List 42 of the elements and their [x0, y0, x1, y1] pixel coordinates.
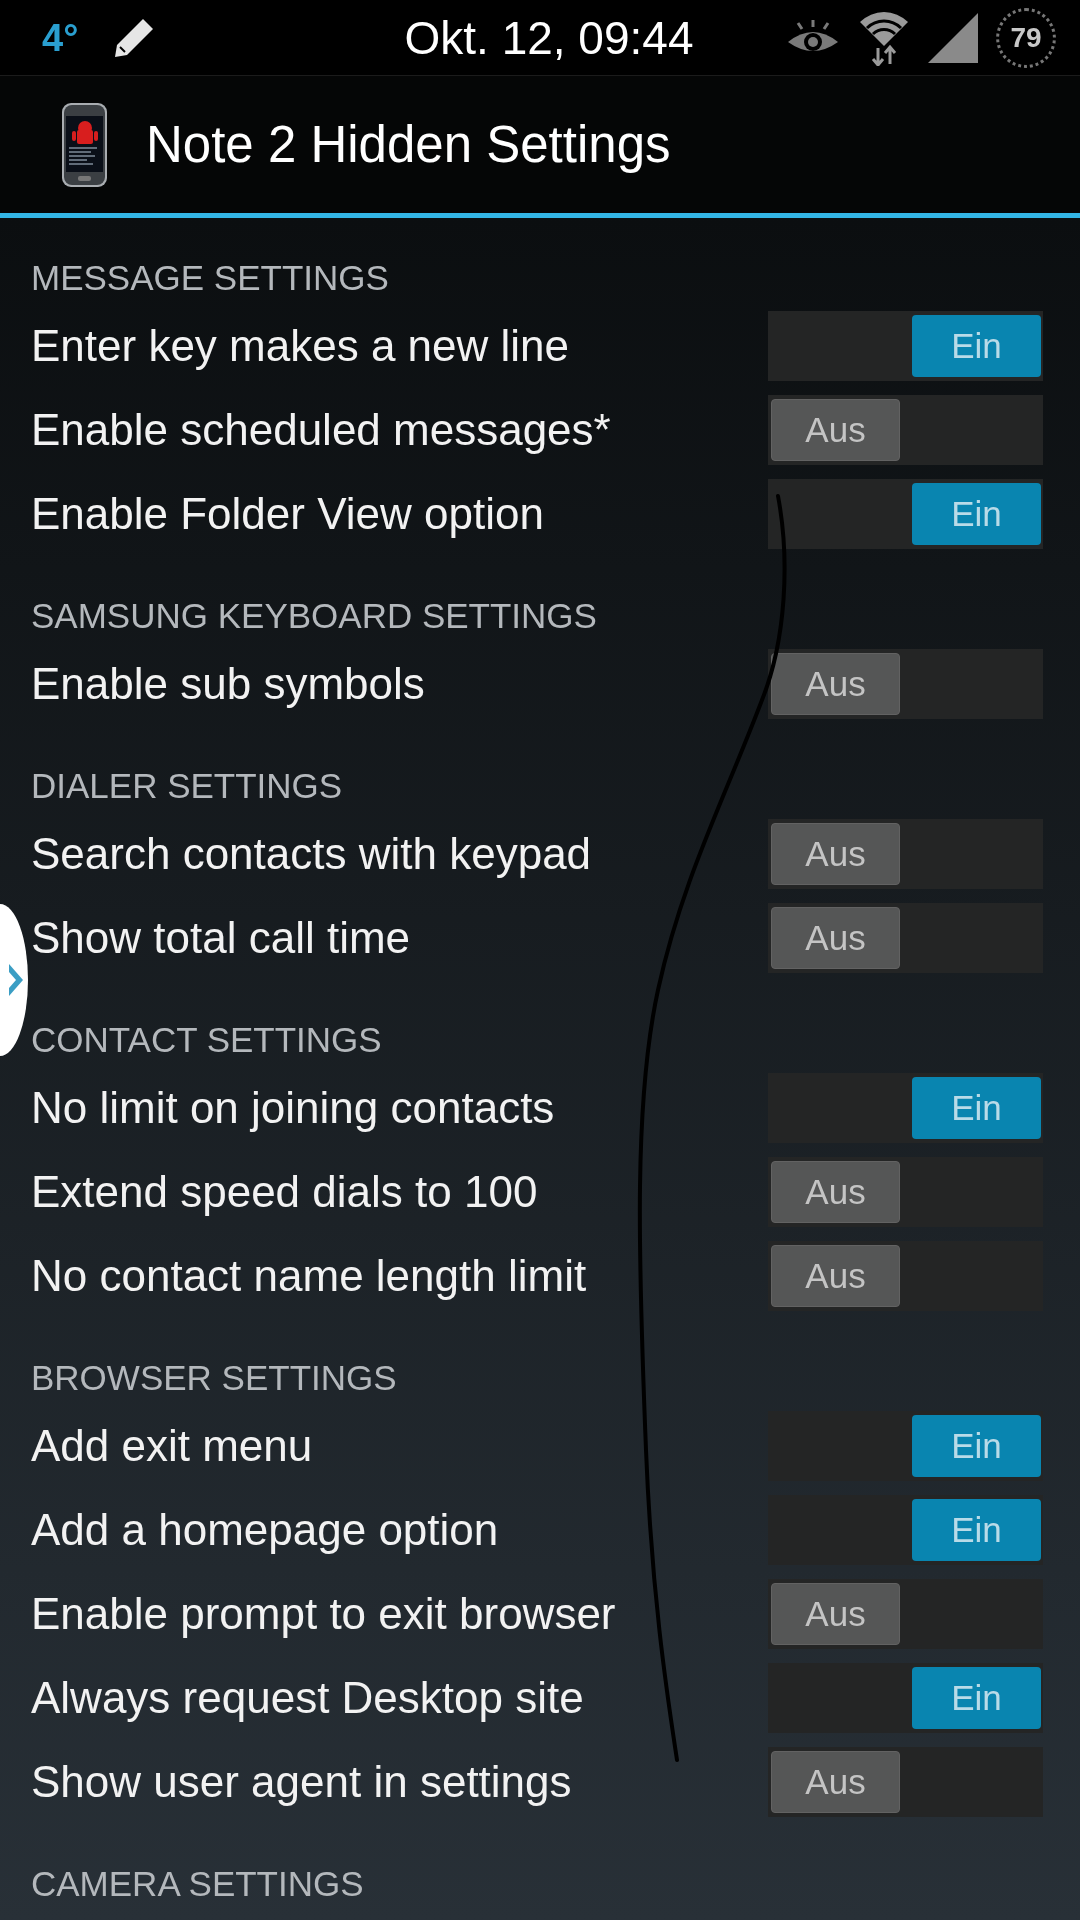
- toggle-switch[interactable]: Aus: [768, 649, 1043, 719]
- toggle-switch[interactable]: Ein: [768, 1663, 1043, 1733]
- temperature-text: 4°: [42, 15, 79, 60]
- phone-icon: [61, 101, 108, 188]
- setting-label: Search contacts with keypad: [31, 828, 593, 880]
- section-header: BROWSER SETTINGS: [31, 1357, 398, 1399]
- setting-label: Show total call time: [31, 912, 412, 964]
- toggle-switch[interactable]: Ein: [768, 1495, 1043, 1565]
- toggle-switch[interactable]: Aus: [768, 903, 1043, 973]
- app-title: Note 2 Hidden Settings: [146, 114, 671, 175]
- setting-label: No limit on joining contacts: [31, 1082, 556, 1134]
- setting-label: Show user agent in settings: [31, 1756, 573, 1808]
- toggle-switch[interactable]: Aus: [768, 1157, 1043, 1227]
- setting-label: Extend speed dials to 100: [31, 1166, 539, 1218]
- toggle-switch[interactable]: Aus: [768, 1747, 1043, 1817]
- section-header: CONTACT SETTINGS: [31, 1019, 383, 1061]
- toggle-switch[interactable]: Aus: [768, 1579, 1043, 1649]
- section-header: SAMSUNG KEYBOARD SETTINGS: [31, 595, 598, 637]
- toggle-switch[interactable]: Ein: [768, 1073, 1043, 1143]
- setting-label: Add exit menu: [31, 1420, 314, 1472]
- chevron-right-icon: [9, 964, 23, 996]
- toggle-switch[interactable]: Ein: [768, 311, 1043, 381]
- clock-date-text: Okt. 12, 09:44: [404, 10, 694, 65]
- section-header: MESSAGE SETTINGS: [31, 257, 390, 299]
- wifi-icon: [858, 9, 910, 66]
- section-header: DIALER SETTINGS: [31, 765, 344, 807]
- toggle-switch[interactable]: Aus: [768, 395, 1043, 465]
- signal-icon: [928, 12, 978, 63]
- battery-percent: 79: [996, 7, 1056, 68]
- setting-label: Add a homepage option: [31, 1504, 500, 1556]
- setting-label: Enable scheduled messages*: [31, 404, 612, 456]
- setting-label: Enable prompt to exit browser: [31, 1588, 617, 1640]
- setting-label: Always request Desktop site: [31, 1672, 585, 1724]
- toggle-switch[interactable]: Ein: [768, 479, 1043, 549]
- setting-label: Enable Folder View option: [31, 488, 545, 540]
- section-header: CAMERA SETTINGS: [31, 1863, 365, 1905]
- toggle-switch[interactable]: Aus: [768, 1241, 1043, 1311]
- setting-label: Enter key makes a new line: [31, 320, 571, 372]
- setting-label: No contact name length limit: [31, 1250, 588, 1302]
- setting-label: Enable sub symbols: [31, 658, 426, 710]
- toggle-switch[interactable]: Aus: [768, 819, 1043, 889]
- toggle-switch[interactable]: Ein: [768, 1411, 1043, 1481]
